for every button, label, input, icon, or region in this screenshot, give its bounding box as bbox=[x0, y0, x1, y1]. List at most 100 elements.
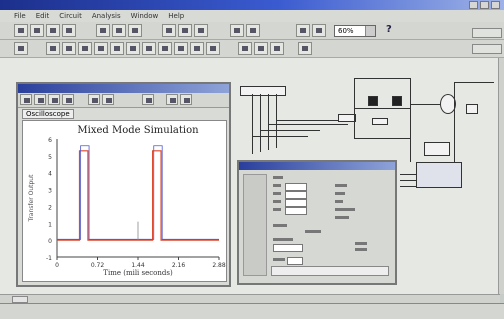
param-label bbox=[335, 192, 345, 195]
param-label bbox=[273, 200, 281, 203]
activate-simulation-button[interactable] bbox=[472, 28, 502, 38]
parts-bin-icon[interactable] bbox=[298, 42, 312, 55]
flip-horizontal-icon[interactable] bbox=[178, 24, 192, 37]
instruments-icon[interactable] bbox=[238, 42, 252, 55]
parameters-slider[interactable] bbox=[271, 266, 389, 276]
scope-export-icon[interactable] bbox=[166, 94, 178, 105]
status-bar bbox=[0, 303, 504, 319]
close-button[interactable] bbox=[491, 1, 500, 9]
scope-legend-icon[interactable] bbox=[102, 94, 114, 105]
param-field[interactable] bbox=[287, 257, 303, 265]
counter-ic-component[interactable] bbox=[416, 162, 462, 188]
wire bbox=[276, 94, 277, 148]
menu-help[interactable]: Help bbox=[168, 10, 184, 22]
y-tick-label: 2 bbox=[48, 204, 52, 211]
scope-grid-icon[interactable] bbox=[62, 94, 74, 105]
y-tick-label: 0 bbox=[48, 238, 52, 245]
basic-components-icon[interactable] bbox=[62, 42, 76, 55]
wire bbox=[268, 94, 269, 150]
zoom-out-icon[interactable] bbox=[312, 24, 326, 37]
help-icon[interactable]: ? bbox=[386, 24, 392, 35]
scope-settings-icon[interactable] bbox=[180, 94, 192, 105]
menu-bar: File Edit Circuit Analysis Window Help bbox=[0, 10, 504, 22]
zoom-in-icon[interactable] bbox=[296, 24, 310, 37]
sources-icon[interactable] bbox=[46, 42, 60, 55]
oscilloscope-chart: Mixed Mode Simulation6543210-10 0.72 1.44 2… bbox=[28, 125, 226, 277]
menu-analysis[interactable]: Analysis bbox=[92, 10, 121, 22]
indicators-icon[interactable] bbox=[190, 42, 204, 55]
new-file-icon[interactable] bbox=[14, 24, 28, 37]
param-field[interactable] bbox=[285, 183, 307, 191]
save-icon[interactable] bbox=[46, 24, 60, 37]
menu-edit[interactable]: Edit bbox=[36, 10, 50, 22]
wire bbox=[252, 94, 253, 154]
connector-component[interactable] bbox=[240, 86, 286, 96]
frequency-field[interactable] bbox=[273, 244, 303, 252]
analysis-parameters-window[interactable] bbox=[237, 160, 397, 285]
oscilloscope-window[interactable]: Oscilloscope Mixed Mode Simulation 6 5 4 3 2 1… bbox=[16, 82, 231, 287]
paste-icon[interactable] bbox=[128, 24, 142, 37]
zoom-select[interactable]: 60% bbox=[334, 25, 376, 37]
param-label bbox=[273, 192, 281, 195]
open-folder-icon[interactable] bbox=[30, 24, 44, 37]
param-field[interactable] bbox=[285, 199, 307, 207]
favorites-icon[interactable] bbox=[14, 42, 28, 55]
diode-component[interactable] bbox=[368, 96, 378, 106]
plot-area: Mixed Mode Simulation 6 5 4 3 2 1 0 -1 0 0.72 1.44 2… bbox=[22, 120, 227, 282]
wire bbox=[454, 82, 455, 162]
misc-digital-icon[interactable] bbox=[270, 42, 284, 55]
param-field[interactable] bbox=[285, 191, 307, 199]
scope-properties-icon[interactable] bbox=[142, 94, 154, 105]
flip-vertical-icon[interactable] bbox=[194, 24, 208, 37]
graph-icon[interactable] bbox=[246, 24, 260, 37]
vertical-scrollbar[interactable] bbox=[498, 58, 504, 294]
transistors-icon[interactable] bbox=[94, 42, 108, 55]
diodes-icon[interactable] bbox=[78, 42, 92, 55]
param-label bbox=[355, 242, 367, 245]
mixed-ics-icon[interactable] bbox=[126, 42, 140, 55]
parameters-scroll-list[interactable] bbox=[243, 174, 267, 276]
copy-icon[interactable] bbox=[112, 24, 126, 37]
oscilloscope-tab[interactable]: Oscilloscope bbox=[22, 109, 74, 119]
print-icon[interactable] bbox=[62, 24, 76, 37]
x-axis-label: Time (mili seconds) bbox=[103, 269, 173, 277]
scope-copy-icon[interactable] bbox=[20, 94, 32, 105]
param-label bbox=[335, 216, 349, 219]
capacitor-component[interactable] bbox=[372, 118, 388, 125]
digital-icon[interactable] bbox=[174, 42, 188, 55]
param-label bbox=[355, 248, 367, 251]
scrollbar-thumb[interactable] bbox=[12, 296, 28, 303]
trigger-mode[interactable] bbox=[305, 230, 321, 233]
ic-component[interactable] bbox=[424, 142, 450, 156]
subcircuit-icon[interactable] bbox=[230, 24, 244, 37]
menu-circuit[interactable]: Circuit bbox=[59, 10, 82, 22]
param-field[interactable] bbox=[285, 207, 307, 215]
resistor-component[interactable] bbox=[466, 104, 478, 114]
parameters-title-bar bbox=[239, 162, 395, 170]
menu-window[interactable]: Window bbox=[131, 10, 159, 22]
y-axis-label: Transfer Output bbox=[28, 174, 35, 223]
analog-ics-icon[interactable] bbox=[110, 42, 124, 55]
pause-simulation-button[interactable] bbox=[472, 44, 502, 54]
minimize-button[interactable] bbox=[469, 1, 478, 9]
wire bbox=[400, 174, 416, 175]
diode-component[interactable] bbox=[392, 96, 402, 106]
rotate-icon[interactable] bbox=[162, 24, 176, 37]
trigger-label bbox=[273, 224, 287, 227]
scope-cursor-icon[interactable] bbox=[88, 94, 100, 105]
scope-zoom-icon[interactable] bbox=[48, 94, 60, 105]
maximize-button[interactable] bbox=[480, 1, 489, 9]
wire bbox=[268, 124, 348, 125]
scope-print-icon[interactable] bbox=[34, 94, 46, 105]
logic-gates-icon[interactable] bbox=[158, 42, 172, 55]
x-tick-label: 2.88 bbox=[212, 262, 226, 269]
chevron-down-icon[interactable] bbox=[365, 26, 375, 36]
digital-ics-icon[interactable] bbox=[142, 42, 156, 55]
window-controls bbox=[469, 1, 500, 9]
param-label bbox=[335, 200, 343, 203]
menu-file[interactable]: File bbox=[14, 10, 26, 22]
cut-icon[interactable] bbox=[96, 24, 110, 37]
controls-icon[interactable] bbox=[206, 42, 220, 55]
wire bbox=[400, 180, 416, 181]
miscellaneous-icon[interactable] bbox=[254, 42, 268, 55]
